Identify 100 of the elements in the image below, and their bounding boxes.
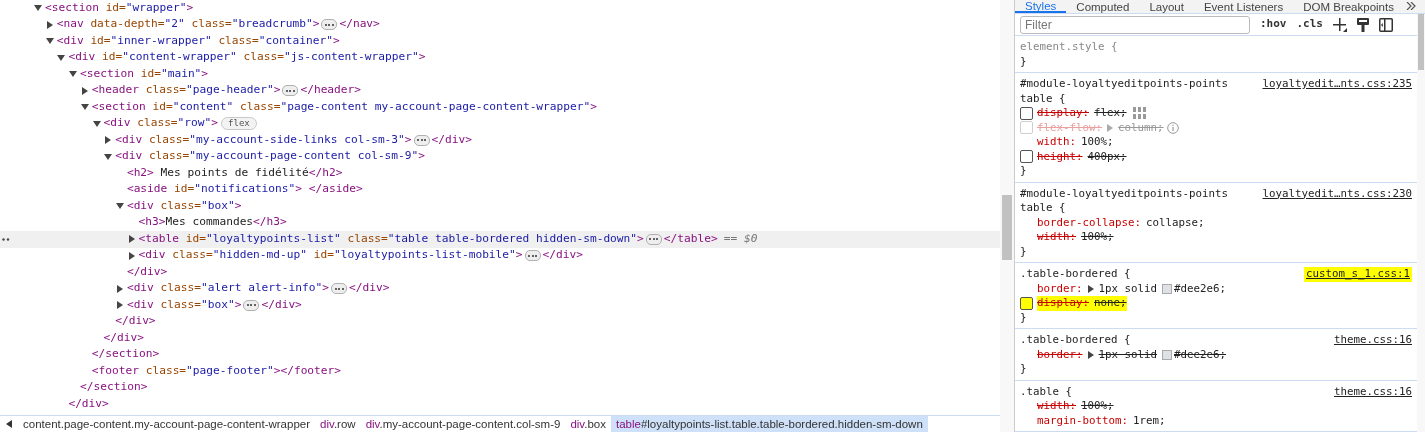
stylesheet-link[interactable]: loyaltyedit…nts.css:235 <box>1262 77 1412 92</box>
dom-node-text: </div> <box>542 247 583 264</box>
property-value[interactable]: #dee2e6; <box>1174 281 1227 296</box>
dom-node-text: <section id="main"> <box>80 65 209 82</box>
breadcrumb-item[interactable]: div.box <box>565 416 611 432</box>
panel-tab[interactable]: Event Listeners <box>1193 0 1294 13</box>
property-checkbox[interactable] <box>1020 150 1033 164</box>
dom-node-text: </header> <box>300 82 362 99</box>
ellipsis-button[interactable] <box>243 299 260 311</box>
filter-input[interactable]: Filter <box>1020 15 1250 34</box>
property-name[interactable]: display: <box>1037 296 1089 311</box>
property-value[interactable]: collapse; <box>1146 215 1205 230</box>
dom-node-text: <div id="inner-wrapper" class="container"> <box>56 32 340 49</box>
property-checkbox[interactable] <box>1020 106 1033 120</box>
dom-node-text: </div> <box>103 329 144 346</box>
property-value[interactable]: 1rem; <box>1133 413 1166 428</box>
more-tabs-icon[interactable] <box>1405 2 1416 10</box>
breadcrumb-item[interactable]: div.row <box>315 416 361 432</box>
collapse-arrow-icon[interactable] <box>115 202 124 211</box>
expand-arrow-icon[interactable] <box>45 20 54 29</box>
sidebar-toggle-icon[interactable] <box>1379 17 1393 32</box>
dom-node-text: </div> <box>126 263 168 280</box>
property-value[interactable]: 1px solid <box>1098 347 1158 362</box>
property-name[interactable]: border: <box>1037 347 1083 362</box>
css-selector: table { <box>1020 201 1067 216</box>
stylesheet-link[interactable]: custom_s_1.css:1 <box>1304 267 1412 282</box>
collapse-arrow-icon[interactable] <box>104 152 113 161</box>
expand-arrow-icon[interactable] <box>115 284 124 293</box>
collapse-arrow-icon[interactable] <box>69 70 78 79</box>
dom-node-text: <div class="box"> <box>126 197 242 214</box>
scroll-left-icon[interactable] <box>6 420 12 428</box>
property-value[interactable]: 1px solid <box>1098 281 1158 296</box>
ellipsis-button[interactable] <box>331 283 347 295</box>
property-value[interactable]: 400px; <box>1087 149 1127 164</box>
property-value[interactable]: 100%; <box>1081 399 1114 414</box>
stylesheet-link[interactable]: theme.css:16 <box>1334 384 1412 399</box>
panel-tab[interactable]: Computed <box>1066 0 1140 13</box>
expand-arrow-icon[interactable] <box>127 251 136 260</box>
dom-node-text: </table> <box>663 230 718 247</box>
expand-arrow-icon[interactable] <box>1087 284 1094 293</box>
stylesheet-link[interactable]: theme.css:16 <box>1334 333 1412 348</box>
closing-brace: } <box>1020 362 1027 375</box>
ellipsis-button[interactable] <box>321 19 338 31</box>
flex-badge[interactable]: flex <box>221 117 257 131</box>
expand-arrow-icon[interactable] <box>104 136 113 145</box>
ellipsis-button[interactable] <box>524 250 541 262</box>
collapse-arrow-icon[interactable] <box>45 37 54 46</box>
css-selector: #module-loyaltyeditpoints-points <box>1020 77 1228 92</box>
breadcrumb-item[interactable]: div.my-account-page-content.col-sm-9 <box>360 416 566 432</box>
panel-tab[interactable]: DOM Breakpoints <box>1293 0 1404 13</box>
property-name[interactable]: height: <box>1037 149 1083 164</box>
property-checkbox[interactable] <box>1020 296 1033 310</box>
stylesheet-link[interactable]: loyaltyedit…nts.css:230 <box>1262 186 1412 201</box>
expand-arrow-icon[interactable] <box>115 301 124 310</box>
ellipsis-button[interactable] <box>645 233 662 245</box>
paint-brush-icon[interactable] <box>1357 17 1369 32</box>
css-selector: table { <box>1020 91 1067 106</box>
ellipsis-button[interactable] <box>282 85 299 97</box>
expand-arrow-icon[interactable] <box>127 235 136 244</box>
breadcrumb-item[interactable]: table#loyaltypoints-list.table.table-bordered.hidden-sm-down <box>611 416 928 432</box>
toolbar-toggle[interactable]: .cls <box>1296 16 1323 33</box>
more-icon[interactable] <box>2 238 10 241</box>
property-name[interactable]: border: <box>1037 281 1083 296</box>
ellipsis-button[interactable] <box>413 134 430 146</box>
add-rule-icon[interactable] <box>1333 17 1347 32</box>
expand-arrow-icon[interactable] <box>1087 350 1094 359</box>
dom-node-text: <div class="row"> <box>103 115 219 132</box>
collapse-arrow-icon[interactable] <box>80 103 89 112</box>
panel-tab[interactable]: Layout <box>1139 0 1194 13</box>
dom-node-text: <table id="loyaltypoints-list" class="table table-bordered hidden-sm-down"> <box>138 230 644 247</box>
dom-node-text: </div> <box>68 395 109 412</box>
toolbar-toggle[interactable]: :hov <box>1260 16 1287 33</box>
breadcrumb-item[interactable]: content.page-content.my-account-page-content-wrapper <box>18 416 316 432</box>
property-name[interactable]: width: <box>1037 399 1076 414</box>
selected-node-marker: == $0 <box>723 230 758 247</box>
dom-node-text: <div class="alert alert-info"> <box>126 280 329 297</box>
property-value[interactable]: flex; <box>1094 106 1127 121</box>
property-name[interactable]: border-collapse: <box>1037 215 1141 230</box>
property-name[interactable]: width: <box>1037 135 1076 150</box>
property-value[interactable]: #dee2e6; <box>1174 347 1227 362</box>
property-value[interactable]: 100%; <box>1081 135 1114 150</box>
flexbox-editor-icon[interactable] <box>1132 107 1147 120</box>
expand-arrow-icon[interactable] <box>80 86 89 95</box>
property-name[interactable]: width: <box>1037 230 1076 245</box>
css-selector: element.style { <box>1020 40 1118 55</box>
panel-tab[interactable]: Styles <box>1015 0 1067 13</box>
color-swatch[interactable] <box>1162 349 1173 360</box>
dom-node-text: <h2> Mes points de fidélité</h2> <box>126 164 343 181</box>
css-selector: #module-loyaltyeditpoints-points <box>1020 186 1228 201</box>
dom-node-text: <footer class="page-footer"></footer> <box>91 362 342 379</box>
collapse-arrow-icon[interactable] <box>34 4 42 13</box>
property-name[interactable]: display: <box>1037 106 1089 121</box>
collapse-arrow-icon[interactable] <box>57 53 66 62</box>
property-value[interactable]: none; <box>1094 296 1127 311</box>
css-selector: .table { <box>1020 384 1072 399</box>
dom-node-text: </div> <box>349 280 390 297</box>
property-value[interactable]: 100%; <box>1081 230 1114 245</box>
property-name[interactable]: margin-bottom: <box>1037 413 1128 428</box>
color-swatch[interactable] <box>1162 283 1173 294</box>
collapse-arrow-icon[interactable] <box>92 119 101 128</box>
